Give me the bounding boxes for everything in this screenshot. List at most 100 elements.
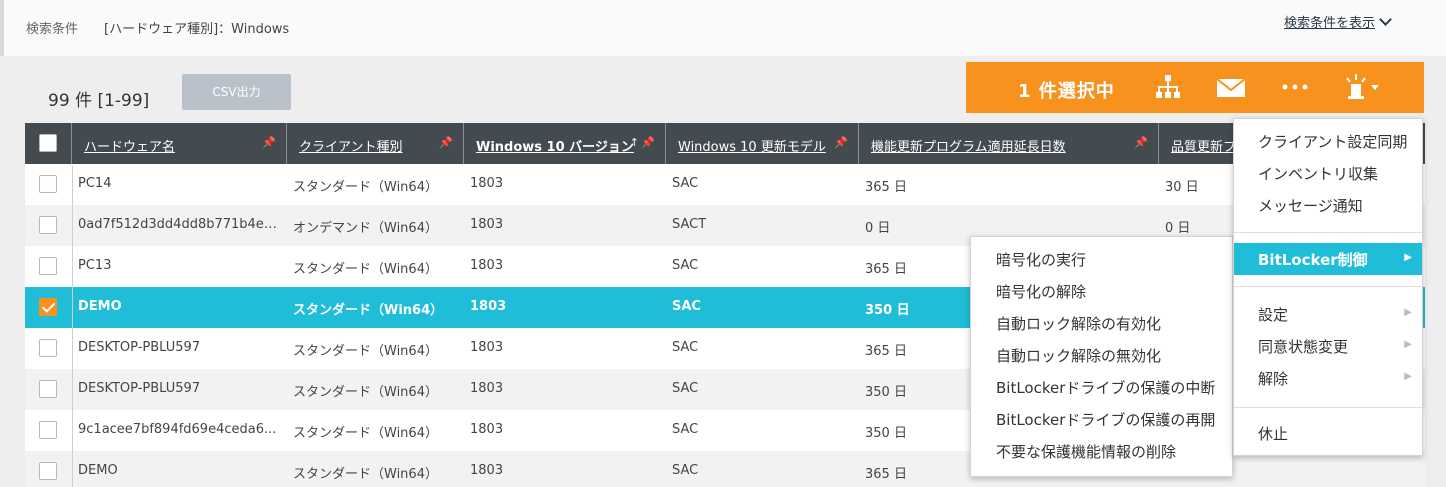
submenu-item[interactable]: 自動ロック解除の無効化 — [971, 339, 1232, 371]
header-select-all-cell — [25, 123, 72, 166]
table-cell: DEMO — [78, 299, 122, 314]
result-count: 99 件 [1-99] — [48, 91, 150, 111]
menu-divider — [1234, 232, 1422, 233]
submenu-item-label[interactable]: 暗号化の実行 — [996, 249, 1086, 270]
menu-item-message-notify[interactable]: メッセージ通知 — [1234, 189, 1422, 221]
table-cell: 1803 — [470, 340, 504, 355]
pin-icon[interactable]: 📌 — [439, 136, 453, 149]
submenu-item[interactable]: BitLockerドライブの保護の再開 — [971, 403, 1232, 435]
table-cell: SAC — [672, 176, 699, 191]
table-cell: 1803 — [470, 176, 504, 191]
submenu-item[interactable]: 暗号化の実行 — [971, 243, 1232, 275]
table-cell: 0ad7f512d3dd4dd8b771b4ee... — [78, 217, 283, 232]
column-header-feature-update-deferral[interactable]: 機能更新プログラム適用延長日数 📌 — [859, 123, 1159, 166]
table-cell: スタンダード（Win64） — [293, 426, 438, 441]
menu-divider — [1234, 286, 1422, 287]
submenu-item[interactable]: BitLockerドライブの保護の中断 — [971, 371, 1232, 403]
mail-icon[interactable] — [1216, 72, 1246, 102]
menu-item-label[interactable]: クライアント設定同期 — [1258, 131, 1407, 152]
menu-item-label[interactable]: インベントリ収集 — [1258, 163, 1378, 184]
menu-item-suspend[interactable]: 休止 — [1234, 417, 1422, 449]
column-header-hardware-name[interactable]: ハードウェア名 📌 — [72, 123, 287, 166]
pin-icon[interactable]: 📌 — [834, 136, 848, 149]
row-checkbox[interactable] — [39, 421, 57, 439]
menu-item-release[interactable]: 解除 ▶ — [1234, 362, 1422, 394]
row-checkbox[interactable] — [39, 380, 57, 398]
table-cell: 1803 — [470, 258, 504, 273]
csv-export-button[interactable]: CSV出力 — [182, 74, 291, 110]
more-icon[interactable] — [1280, 72, 1310, 102]
row-checkbox[interactable] — [39, 462, 57, 480]
row-checkbox[interactable] — [39, 175, 57, 193]
submenu-arrow-icon: ▶ — [1404, 371, 1412, 382]
submenu-item-label[interactable]: 暗号化の解除 — [996, 281, 1086, 302]
table-cell: SAC — [672, 463, 699, 478]
menu-item-settings[interactable]: 設定 ▶ — [1234, 298, 1422, 330]
menu-item-label[interactable]: 解除 — [1258, 368, 1288, 389]
pin-icon[interactable]: 📌 — [641, 136, 655, 149]
submenu-item-label[interactable]: 自動ロック解除の無効化 — [996, 345, 1161, 366]
search-condition-value: [ハードウェア種別]：Windows — [104, 22, 290, 37]
menu-item-inventory-collect[interactable]: インベントリ収集 — [1234, 157, 1422, 189]
menu-item-label[interactable]: 休止 — [1258, 423, 1288, 444]
column-header-label[interactable]: Windows 10 更新モデル — [678, 136, 826, 155]
menu-item-label[interactable]: BitLocker制御 — [1258, 249, 1368, 270]
alarm-icon[interactable] — [1344, 72, 1384, 102]
column-header-update-model[interactable]: Windows 10 更新モデル 📌 — [666, 123, 859, 166]
row-checkbox[interactable] — [39, 257, 57, 275]
menu-item-label[interactable]: 同意状態変更 — [1258, 336, 1348, 357]
menu-item-consent-change[interactable]: 同意状態変更 ▶ — [1234, 330, 1422, 362]
table-cell: 1803 — [470, 381, 504, 396]
submenu-item[interactable]: 自動ロック解除の有効化 — [971, 307, 1232, 339]
table-cell: スタンダード（Win64） — [293, 344, 438, 359]
column-header-label[interactable]: 品質更新プ — [1171, 136, 1236, 155]
submenu-item-label[interactable]: 不要な保護機能情報の削除 — [996, 441, 1176, 462]
column-header-label[interactable]: Windows 10 バージョン — [476, 136, 634, 155]
table-cell: 365 日 — [865, 180, 907, 195]
menu-item-bitlocker-control[interactable]: BitLocker制御 ▶ — [1234, 243, 1422, 275]
search-condition-bar: 検索条件 [ハードウェア種別]：Windows 検索条件を表示 — [0, 0, 1446, 56]
table-cell: SAC — [672, 381, 699, 396]
table-cell: DESKTOP-PBLU597 — [78, 340, 201, 355]
column-header-client-type[interactable]: クライアント種別 📌 — [287, 123, 464, 166]
table-cell: スタンダード（Win64） — [293, 180, 438, 195]
network-icon[interactable] — [1153, 72, 1183, 102]
sort-ascending-icon[interactable]: ↑ — [630, 136, 639, 149]
column-header-label[interactable]: クライアント種別 — [299, 136, 402, 155]
row-checkbox[interactable] — [39, 216, 57, 234]
menu-item-label[interactable]: メッセージ通知 — [1258, 195, 1363, 216]
table-header: ハードウェア名 📌 クライアント種別 📌 Windows 10 バージョン ↑ 📌 Wi… — [25, 123, 1425, 166]
submenu-item[interactable]: 暗号化の解除 — [971, 275, 1232, 307]
row-checkbox[interactable] — [39, 298, 57, 316]
table-cell: スタンダード（Win64） — [293, 262, 438, 277]
submenu-item-label[interactable]: 自動ロック解除の有効化 — [996, 313, 1161, 334]
submenu-item-label[interactable]: BitLockerドライブの保護の再開 — [996, 409, 1215, 430]
submenu-item-label[interactable]: BitLockerドライブの保護の中断 — [996, 377, 1215, 398]
select-all-checkbox[interactable] — [39, 134, 57, 152]
menu-item-label[interactable]: 設定 — [1258, 304, 1288, 325]
table-cell: 0 日 — [865, 221, 891, 236]
selection-action-bar: 1 件選択中 — [966, 62, 1424, 113]
table-cell: 9c1acee7bf894fd69e4ceda6... — [78, 422, 277, 437]
search-condition-label: 検索条件 — [26, 22, 79, 37]
table-cell: DEMO — [78, 463, 118, 478]
pin-icon[interactable]: 📌 — [1134, 136, 1148, 149]
table-cell: SAC — [672, 258, 699, 273]
menu-divider — [1234, 407, 1422, 408]
show-search-condition-label[interactable]: 検索条件を表示 — [1284, 16, 1375, 31]
column-header-windows-version[interactable]: Windows 10 バージョン ↑ 📌 — [464, 123, 666, 166]
column-header-label[interactable]: 機能更新プログラム適用延長日数 — [871, 136, 1066, 155]
show-search-condition-link[interactable]: 検索条件を表示 — [1284, 12, 1392, 31]
menu-item-client-settings-sync[interactable]: クライアント設定同期 — [1234, 125, 1422, 157]
chevron-down-icon — [1379, 13, 1392, 26]
submenu-item[interactable]: 不要な保護機能情報の削除 — [971, 435, 1232, 467]
table-cell: 1803 — [470, 217, 504, 232]
row-checkbox[interactable] — [39, 339, 57, 357]
table-row[interactable]: PC14 スタンダード（Win64） 1803 SAC 365 日 30 日 — [25, 164, 1425, 205]
pin-icon[interactable]: 📌 — [262, 136, 276, 149]
table-cell: SAC — [672, 340, 699, 355]
column-header-label[interactable]: ハードウェア名 — [84, 136, 175, 155]
table-cell: 1803 — [470, 299, 507, 314]
table-cell: スタンダード（Win64） — [293, 303, 444, 318]
table-cell: PC14 — [78, 176, 112, 191]
